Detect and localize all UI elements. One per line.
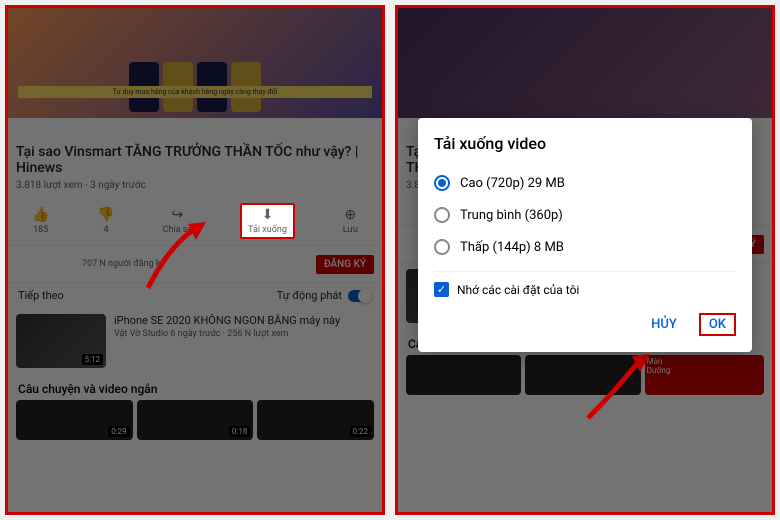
video-thumbnail[interactable]: Tư duy mua hàng của khách hàng ngày càng… — [8, 8, 382, 118]
subscriber-count: 707 N người đăng ký — [82, 259, 165, 269]
thumbs-down-icon: 👎 — [97, 207, 114, 223]
redacted-bar — [16, 120, 374, 138]
save-button[interactable]: ⊕Lưu — [343, 207, 358, 235]
left-screenshot: Tư duy mua hàng của khách hàng ngày càng… — [5, 5, 385, 515]
redacted-avatar — [16, 252, 76, 276]
item-thumbnail: 5:12 — [16, 314, 106, 368]
download-dialog: Tải xuống video Cao (720p) 29 MB Trung b… — [418, 118, 752, 352]
related-video-item[interactable]: 5:12 iPhone SE 2020 KHÔNG NGON BẰNG máy … — [8, 308, 382, 374]
remember-settings-row[interactable]: ✓Nhớ các cài đặt của tôi — [434, 271, 736, 307]
dialog-title: Tải xuống video — [434, 134, 736, 153]
short-item[interactable] — [406, 355, 521, 395]
short-item[interactable]: 0:18 — [137, 400, 254, 440]
quality-option-medium[interactable]: Trung bình (360p) — [434, 199, 736, 231]
dislike-button[interactable]: 👎4 — [97, 207, 114, 235]
download-icon: ⬇ — [262, 207, 274, 223]
duration-badge: 5:12 — [82, 354, 103, 365]
video-title: Tại sao Vinsmart TĂNG TRƯỞNG THẦN TỐC nh… — [8, 140, 382, 180]
shorts-row: Màn Dưỡng — [398, 355, 772, 403]
quality-option-high[interactable]: Cao (720p) 29 MB — [434, 167, 736, 199]
short-item[interactable] — [525, 355, 640, 395]
next-label: Tiếp theo — [18, 289, 64, 302]
share-icon: ↪ — [172, 207, 184, 223]
radio-icon — [434, 175, 450, 191]
shorts-section-title: Câu chuyện và video ngắn — [8, 374, 382, 400]
autoplay-toggle[interactable] — [348, 290, 372, 302]
up-next-header: Tiếp theo Tự động phát — [8, 283, 382, 308]
item-title: iPhone SE 2020 KHÔNG NGON BẰNG máy này — [114, 314, 374, 327]
download-button[interactable]: ⬇Tải xuống — [240, 203, 295, 239]
video-thumbnail[interactable] — [398, 8, 772, 118]
library-add-icon: ⊕ — [345, 207, 357, 223]
share-button[interactable]: ↪Chia sẻ — [163, 207, 193, 235]
item-subtitle: Vật Vờ Studio 6 ngày trước · 256 N lượt … — [114, 329, 374, 339]
subscribe-button[interactable]: ĐĂNG KÝ — [316, 255, 374, 274]
shorts-row: 0:29 0:18 0:22 — [8, 400, 382, 448]
radio-icon — [434, 207, 450, 223]
autoplay-label: Tự động phát — [277, 289, 342, 302]
short-item[interactable]: Màn Dưỡng — [645, 355, 764, 395]
short-item[interactable]: 0:29 — [16, 400, 133, 440]
like-button[interactable]: 👍185 — [32, 207, 49, 235]
channel-row[interactable]: 707 N người đăng ký ĐĂNG KÝ — [8, 246, 382, 283]
cancel-button[interactable]: HỦY — [643, 313, 685, 336]
video-stats: 3.818 lượt xem · 3 ngày trước — [8, 180, 382, 197]
ok-button[interactable]: OK — [699, 313, 736, 336]
ribbon-text: Tư duy mua hàng của khách hàng ngày càng… — [18, 86, 372, 98]
thumbs-up-icon: 👍 — [32, 207, 49, 223]
action-bar: 👍185 👎4 ↪Chia sẻ ⬇Tải xuống ⊕Lưu — [8, 197, 382, 246]
radio-icon — [434, 239, 450, 255]
quality-option-low[interactable]: Thấp (144p) 8 MB — [434, 231, 736, 263]
short-item[interactable]: 0:22 — [257, 400, 374, 440]
checkbox-icon: ✓ — [434, 282, 449, 297]
right-screenshot: Tại s THẦ 3.818 👍 G KÝ 5:12 Vật Vờ Studi… — [395, 5, 775, 515]
